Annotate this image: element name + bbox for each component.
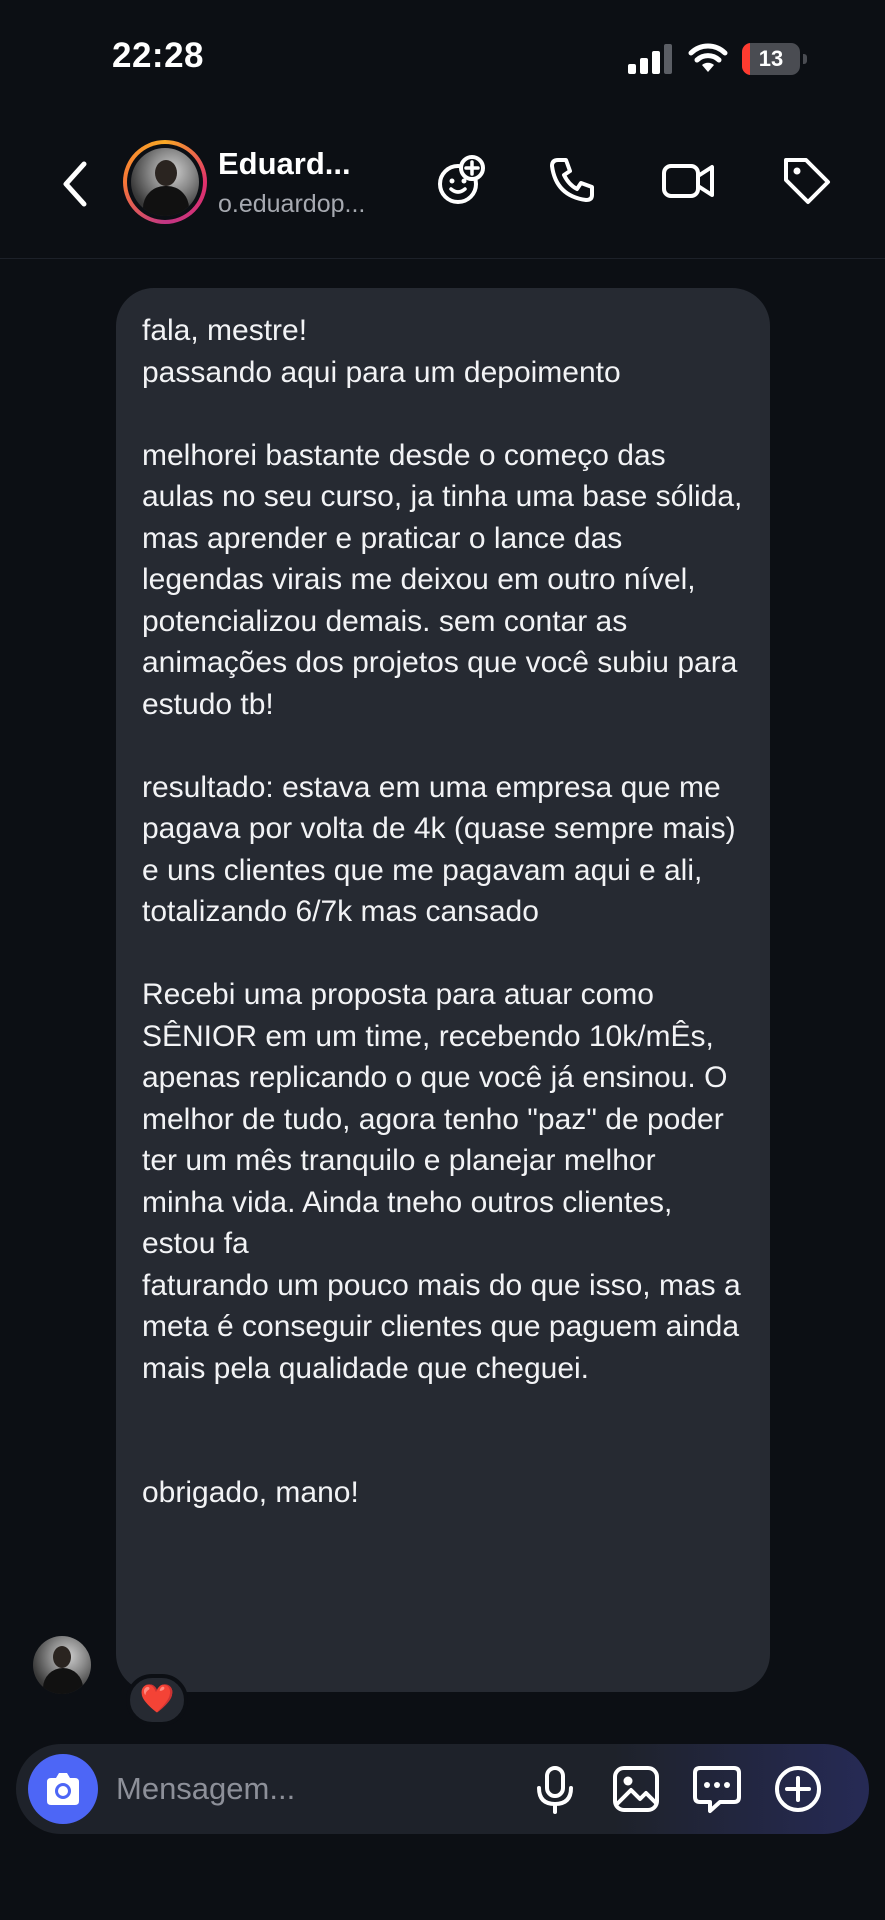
add-people-icon[interactable] xyxy=(434,152,490,208)
battery-level: 13 xyxy=(758,46,784,71)
contact-name[interactable]: Eduard... xyxy=(218,146,378,182)
video-camera-icon[interactable] xyxy=(660,152,716,208)
cellular-signal-icon xyxy=(628,44,672,74)
contact-username[interactable]: o.eduardop... xyxy=(218,190,382,219)
status-time: 22:28 xyxy=(112,36,205,75)
microphone-icon[interactable] xyxy=(528,1762,582,1816)
camera-button[interactable] xyxy=(28,1754,98,1824)
status-bar: 22:28 13 xyxy=(0,0,885,110)
message-text: fala, mestre! passando aqui para um depo… xyxy=(142,314,743,1509)
plus-circle-icon[interactable] xyxy=(771,1762,825,1816)
back-chevron-icon[interactable] xyxy=(52,154,98,214)
wifi-icon xyxy=(688,43,728,72)
camera-icon xyxy=(47,1773,79,1805)
battery-icon: 13 xyxy=(742,43,808,75)
sender-avatar[interactable] xyxy=(33,1636,91,1694)
tag-icon[interactable] xyxy=(778,152,834,208)
phone-icon[interactable] xyxy=(544,152,600,208)
sticker-chat-icon[interactable] xyxy=(690,1762,744,1816)
message-bubble[interactable]: fala, mestre! passando aqui para um depo… xyxy=(116,288,770,1692)
message-composer xyxy=(16,1744,869,1834)
chat-header: Eduard... o.eduardop... xyxy=(0,120,885,259)
message-input[interactable] xyxy=(116,1768,436,1810)
gallery-icon[interactable] xyxy=(609,1762,663,1816)
heart-reaction-icon[interactable]: ❤️ xyxy=(126,1674,188,1726)
contact-avatar[interactable] xyxy=(123,140,207,224)
